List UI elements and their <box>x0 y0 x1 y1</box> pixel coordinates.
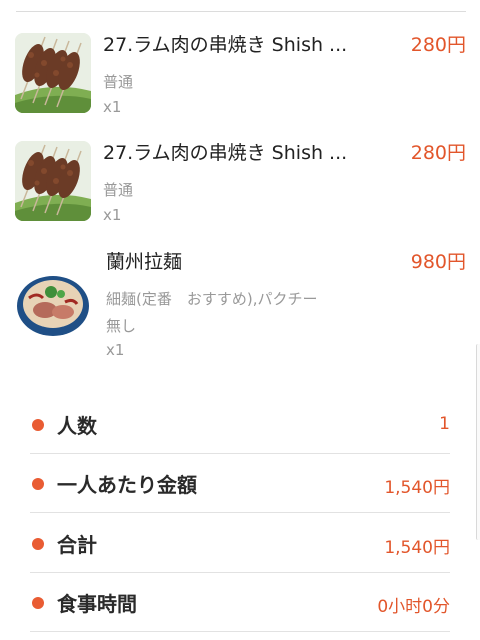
item-quantity: x1 <box>106 341 125 359</box>
summary-label: 食事時間 <box>57 592 137 616</box>
order-item-3: 蘭州拉麺 980円 細麺(定番 おすすめ),パクチー 無し x1 <box>0 0 480 370</box>
summary-row-per-person: 一人あたり金額 1,540円 <box>30 454 450 513</box>
item-option-continued: 無し <box>106 317 137 335</box>
item-price: 980円 <box>410 251 466 273</box>
summary-label: 合計 <box>57 533 97 557</box>
item-option: 細麺(定番 おすすめ),パクチー <box>106 290 318 308</box>
summary-row-total: 合計 1,540円 <box>30 514 450 573</box>
summary-value: 1,540円 <box>384 478 450 498</box>
summary-row-meal-time: 食事時間 0小时0分 <box>30 573 450 632</box>
row-divider <box>30 512 450 513</box>
summary-label: 一人あたり金額 <box>57 473 197 497</box>
bullet-dot-icon <box>32 419 44 431</box>
summary-row-people: 人数 1 <box>30 395 450 454</box>
item-name: 蘭州拉麺 <box>106 251 183 273</box>
bullet-dot-icon <box>32 538 44 550</box>
summary-value: 0小时0分 <box>377 597 450 617</box>
bullet-dot-icon <box>32 478 44 490</box>
summary-value: 1 <box>439 414 450 434</box>
summary-label: 人数 <box>57 414 97 438</box>
bullet-dot-icon <box>32 597 44 609</box>
row-divider <box>30 631 450 632</box>
summary-value: 1,540円 <box>384 538 450 558</box>
ramen-bowl-image <box>15 262 91 342</box>
scroll-indicator[interactable] <box>476 344 480 540</box>
